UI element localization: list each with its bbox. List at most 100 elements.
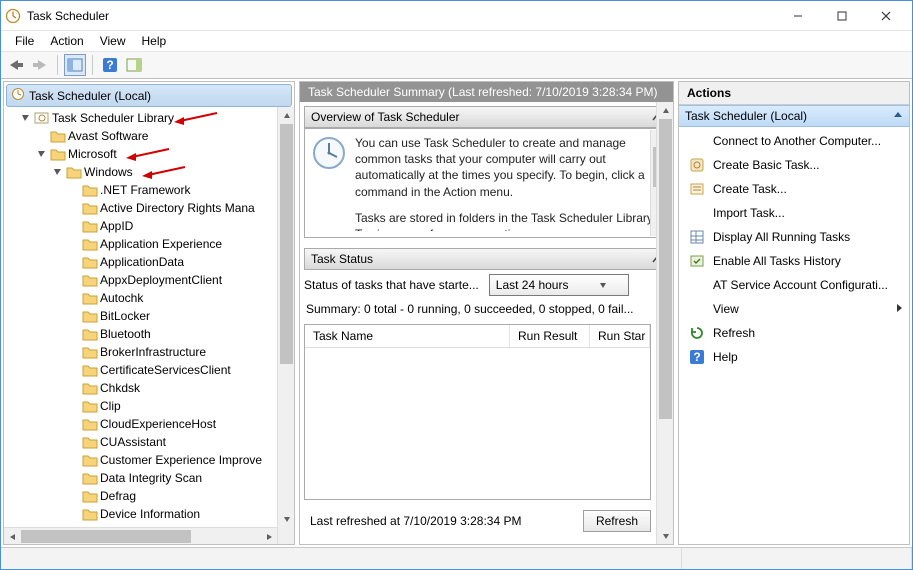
- tree-node-item[interactable]: .NET Framework: [68, 181, 277, 199]
- action-icon: [689, 181, 705, 197]
- menu-help[interactable]: Help: [134, 32, 175, 50]
- action-item[interactable]: Import Task...: [679, 201, 909, 225]
- action-item[interactable]: Refresh: [679, 321, 909, 345]
- tree-node-windows[interactable]: Windows: [52, 163, 277, 181]
- tree-node-avast[interactable]: Avast Software: [36, 127, 277, 145]
- actions-section-header[interactable]: Task Scheduler (Local): [679, 105, 909, 127]
- folder-icon: [82, 273, 98, 287]
- action-icon: [689, 277, 705, 293]
- horizontal-scrollbar[interactable]: [4, 527, 277, 544]
- action-item[interactable]: Display All Running Tasks: [679, 225, 909, 249]
- tree-node-label: Application Experience: [100, 237, 222, 251]
- clock-icon: [11, 87, 25, 104]
- scroll-thumb[interactable]: [659, 119, 672, 419]
- close-button[interactable]: [864, 2, 908, 30]
- svg-text:?: ?: [106, 58, 113, 72]
- status-period-combo[interactable]: Last 24 hours: [489, 274, 629, 296]
- scroll-thumb-h[interactable]: [21, 530, 191, 543]
- action-item[interactable]: Enable All Tasks History: [679, 249, 909, 273]
- tree-header[interactable]: Task Scheduler (Local): [6, 84, 292, 107]
- tree-node-microsoft[interactable]: Microsoft: [36, 145, 277, 163]
- tree-node-item[interactable]: Chkdsk: [68, 379, 277, 397]
- folder-icon: [66, 165, 82, 179]
- maximize-button[interactable]: [820, 2, 864, 30]
- action-label: Create Task...: [713, 182, 787, 196]
- tree-node-item[interactable]: AppxDeploymentClient: [68, 271, 277, 289]
- forward-button[interactable]: [29, 54, 51, 76]
- tree-node-label: BitLocker: [100, 309, 150, 323]
- folder-icon: [82, 219, 98, 233]
- scroll-thumb[interactable]: [280, 124, 293, 364]
- tree-node-item[interactable]: Device Information: [68, 505, 277, 523]
- scroll-down-icon[interactable]: [657, 527, 673, 544]
- folder-icon: [82, 417, 98, 431]
- action-item[interactable]: ?Help: [679, 345, 909, 369]
- tree-node-item[interactable]: CertificateServicesClient: [68, 361, 277, 379]
- tree-node-label: .NET Framework: [100, 183, 190, 197]
- folder-icon: [82, 381, 98, 395]
- folder-icon: [82, 453, 98, 467]
- status-table[interactable]: Task Name Run Result Run Star: [304, 324, 651, 500]
- chevron-down-icon[interactable]: [52, 166, 64, 178]
- scroll-up-icon[interactable]: [657, 102, 673, 119]
- tree-node-item[interactable]: ApplicationData: [68, 253, 277, 271]
- tree-node-item[interactable]: Active Directory Rights Mana: [68, 199, 277, 217]
- action-icon: [689, 301, 705, 317]
- action-item[interactable]: Connect to Another Computer...: [679, 129, 909, 153]
- scroll-left-icon[interactable]: [4, 528, 21, 544]
- chevron-down-icon[interactable]: [20, 112, 32, 124]
- col-run-result[interactable]: Run Result: [510, 325, 590, 347]
- chevron-down-icon[interactable]: [36, 148, 48, 160]
- action-item[interactable]: View: [679, 297, 909, 321]
- col-task-name[interactable]: Task Name: [305, 325, 510, 347]
- tree-body[interactable]: Task Scheduler Library Avast Software: [4, 107, 294, 544]
- status-row: Status of tasks that have starte... Last…: [304, 270, 669, 300]
- tree-node-label: Data Integrity Scan: [100, 471, 202, 485]
- scroll-down-icon[interactable]: [278, 510, 294, 527]
- tree-node-item[interactable]: BrokerInfrastructure: [68, 343, 277, 361]
- back-button[interactable]: [5, 54, 27, 76]
- action-pane-button[interactable]: [123, 54, 145, 76]
- tree-node-item[interactable]: AppID: [68, 217, 277, 235]
- action-item[interactable]: Create Task...: [679, 177, 909, 201]
- overview-p2: Tasks are stored in folders in the Task …: [355, 210, 662, 231]
- overview-group-header[interactable]: Overview of Task Scheduler: [304, 106, 669, 128]
- tree-node-item[interactable]: Bluetooth: [68, 325, 277, 343]
- scroll-up-icon[interactable]: [278, 107, 294, 124]
- col-run-start[interactable]: Run Star: [590, 325, 650, 347]
- toolbar-divider: [57, 55, 58, 75]
- folder-icon: [50, 147, 66, 161]
- tree-node-item[interactable]: Clip: [68, 397, 277, 415]
- vertical-scrollbar[interactable]: [277, 107, 294, 544]
- tree-node-item[interactable]: Defrag: [68, 487, 277, 505]
- menu-file[interactable]: File: [7, 32, 42, 50]
- folder-icon: [82, 309, 98, 323]
- tree-node-label: Task Scheduler Library: [52, 111, 174, 125]
- summary-header: Task Scheduler Summary (Last refreshed: …: [300, 82, 673, 102]
- menu-view[interactable]: View: [92, 32, 134, 50]
- tree-node-item[interactable]: CUAssistant: [68, 433, 277, 451]
- action-label: View: [713, 302, 739, 316]
- tree-node-item[interactable]: BitLocker: [68, 307, 277, 325]
- vertical-scrollbar[interactable]: [656, 102, 673, 544]
- help-button[interactable]: ?: [99, 54, 121, 76]
- refresh-button[interactable]: Refresh: [583, 510, 651, 532]
- tree-node-library[interactable]: Task Scheduler Library: [20, 109, 277, 127]
- svg-text:?: ?: [693, 350, 700, 364]
- tree-node-item[interactable]: Autochk: [68, 289, 277, 307]
- action-item[interactable]: AT Service Account Configurati...: [679, 273, 909, 297]
- status-group-header[interactable]: Task Status: [304, 248, 669, 270]
- app-icon: [5, 8, 21, 24]
- action-item[interactable]: Create Basic Task...: [679, 153, 909, 177]
- chevron-up-icon: [893, 109, 903, 123]
- menu-action[interactable]: Action: [42, 32, 91, 50]
- tree-root-label: Task Scheduler (Local): [29, 89, 151, 103]
- minimize-button[interactable]: [776, 2, 820, 30]
- tree-node-item[interactable]: Application Experience: [68, 235, 277, 253]
- scroll-right-icon[interactable]: [260, 528, 277, 544]
- tree-node-item[interactable]: Customer Experience Improve: [68, 451, 277, 469]
- tree-node-item[interactable]: Data Integrity Scan: [68, 469, 277, 487]
- scope-pane-button[interactable]: [64, 54, 86, 76]
- tree-node-item[interactable]: CloudExperienceHost: [68, 415, 277, 433]
- actions-section-label: Task Scheduler (Local): [685, 109, 807, 123]
